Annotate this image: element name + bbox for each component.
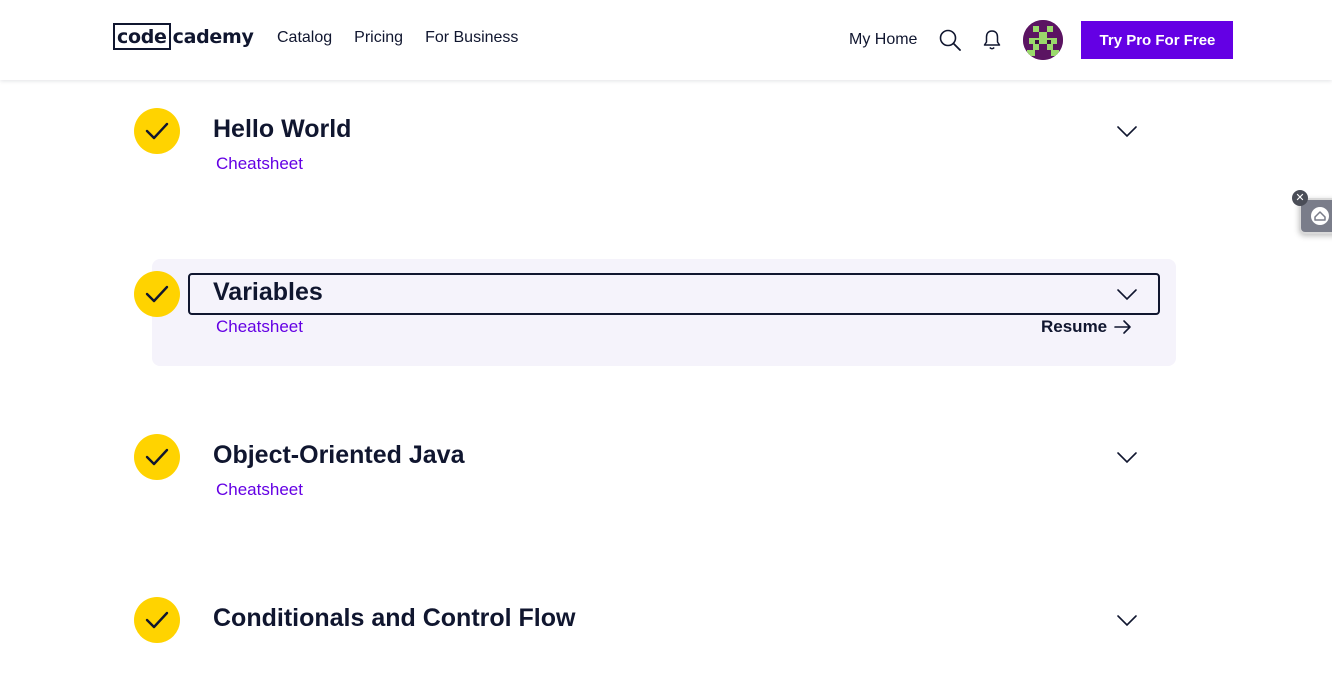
widget-close-icon[interactable]: ✕	[1292, 190, 1308, 206]
logo-boxed-text: code	[113, 23, 171, 50]
module-title[interactable]: Hello World	[213, 115, 351, 144]
chevron-down-icon[interactable]	[1116, 288, 1138, 302]
resume-label: Resume	[1041, 317, 1108, 336]
completed-check-icon	[134, 271, 180, 317]
chevron-down-icon[interactable]	[1116, 614, 1138, 628]
header-actions: My Home Try Pro For Free	[849, 0, 1234, 80]
user-avatar[interactable]	[1023, 20, 1064, 60]
notification-bell-icon[interactable]	[979, 27, 1005, 53]
chevron-down-icon[interactable]	[1116, 451, 1138, 465]
cheatsheet-link[interactable]: Cheatsheet	[216, 154, 303, 174]
module-title[interactable]: Conditionals and Control Flow	[213, 604, 575, 633]
chat-icon	[1311, 207, 1329, 225]
try-pro-button[interactable]: Try Pro For Free	[1081, 21, 1234, 59]
module-title[interactable]: Variables	[213, 278, 323, 307]
nav-catalog[interactable]: Catalog	[277, 29, 332, 47]
search-icon[interactable]	[937, 27, 963, 53]
chevron-down-icon[interactable]	[1116, 125, 1138, 139]
top-navigation: code cademy Catalog Pricing For Business …	[0, 0, 1332, 80]
module-header-focused[interactable]	[188, 273, 1160, 315]
completed-check-icon	[134, 108, 180, 154]
completed-check-icon	[134, 434, 180, 480]
arrow-right-icon	[1114, 320, 1131, 334]
completed-check-icon	[134, 597, 180, 643]
nav-for-business[interactable]: For Business	[425, 29, 518, 47]
cheatsheet-link[interactable]: Cheatsheet	[216, 480, 303, 500]
resume-button[interactable]: Resume	[1041, 317, 1132, 337]
my-home-link[interactable]: My Home	[849, 31, 917, 49]
nav-pricing[interactable]: Pricing	[354, 29, 403, 47]
logo-text: cademy	[172, 25, 254, 48]
module-title[interactable]: Object-Oriented Java	[213, 441, 464, 470]
main-nav: Catalog Pricing For Business	[277, 29, 518, 47]
codecademy-logo[interactable]: code cademy	[113, 23, 254, 50]
cheatsheet-link[interactable]: Cheatsheet	[216, 317, 303, 337]
